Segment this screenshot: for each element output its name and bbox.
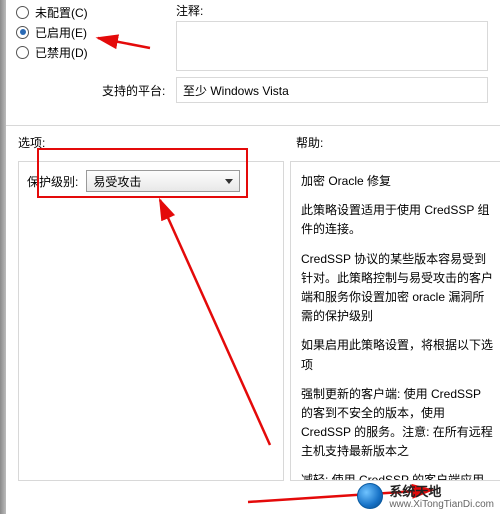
help-text: 减轻: 使用 CredSSP 的客户端应用程序本，但使用 CredSSP 的服务… (301, 471, 496, 481)
radio-disabled[interactable]: 已禁用(D) (16, 42, 176, 62)
protection-level-dropdown[interactable]: 易受攻击 (86, 170, 240, 192)
platform-label: 支持的平台: (16, 82, 176, 99)
radio-icon (16, 26, 29, 39)
protection-level-label: 保护级别: (27, 173, 78, 190)
watermark: 系统天地 www.XiTongTianDi.com (357, 481, 494, 510)
help-heading: 帮助: (290, 130, 500, 161)
watermark-name: 系统天地 (389, 484, 441, 499)
dropdown-value: 易受攻击 (93, 173, 141, 190)
help-text: CredSSP 协议的某些版本容易受到针对。此策略控制与易受攻击的客户端和服务你… (301, 250, 496, 327)
options-heading: 选项: (12, 130, 290, 161)
radio-label: 已启用(E) (35, 24, 87, 41)
radio-icon (16, 46, 29, 59)
radio-not-configured[interactable]: 未配置(C) (16, 2, 176, 22)
platform-value: 至少 Windows Vista (183, 84, 289, 98)
comment-label: 注释: (176, 2, 490, 19)
divider (6, 125, 500, 126)
radio-icon (16, 6, 29, 19)
platform-value-box: 至少 Windows Vista (176, 77, 488, 103)
radio-label: 未配置(C) (35, 4, 88, 21)
watermark-logo-icon (357, 483, 383, 509)
help-panel: 加密 Oracle 修复 此策略设置适用于使用 CredSSP 组件的连接。 C… (290, 161, 500, 481)
help-title: 加密 Oracle 修复 (301, 172, 496, 191)
options-panel: 保护级别: 易受攻击 (18, 161, 284, 481)
radio-enabled[interactable]: 已启用(E) (16, 22, 176, 42)
help-text: 此策略设置适用于使用 CredSSP 组件的连接。 (301, 201, 496, 239)
chevron-down-icon (225, 179, 233, 184)
help-text: 如果启用此策略设置，将根据以下选项 (301, 336, 496, 374)
help-text: 强制更新的客户端: 使用 CredSSP 的客到不安全的版本，使用 CredSS… (301, 385, 496, 462)
comment-textarea[interactable] (176, 21, 488, 71)
watermark-url: www.XiTongTianDi.com (389, 500, 494, 510)
radio-label: 已禁用(D) (35, 44, 88, 61)
